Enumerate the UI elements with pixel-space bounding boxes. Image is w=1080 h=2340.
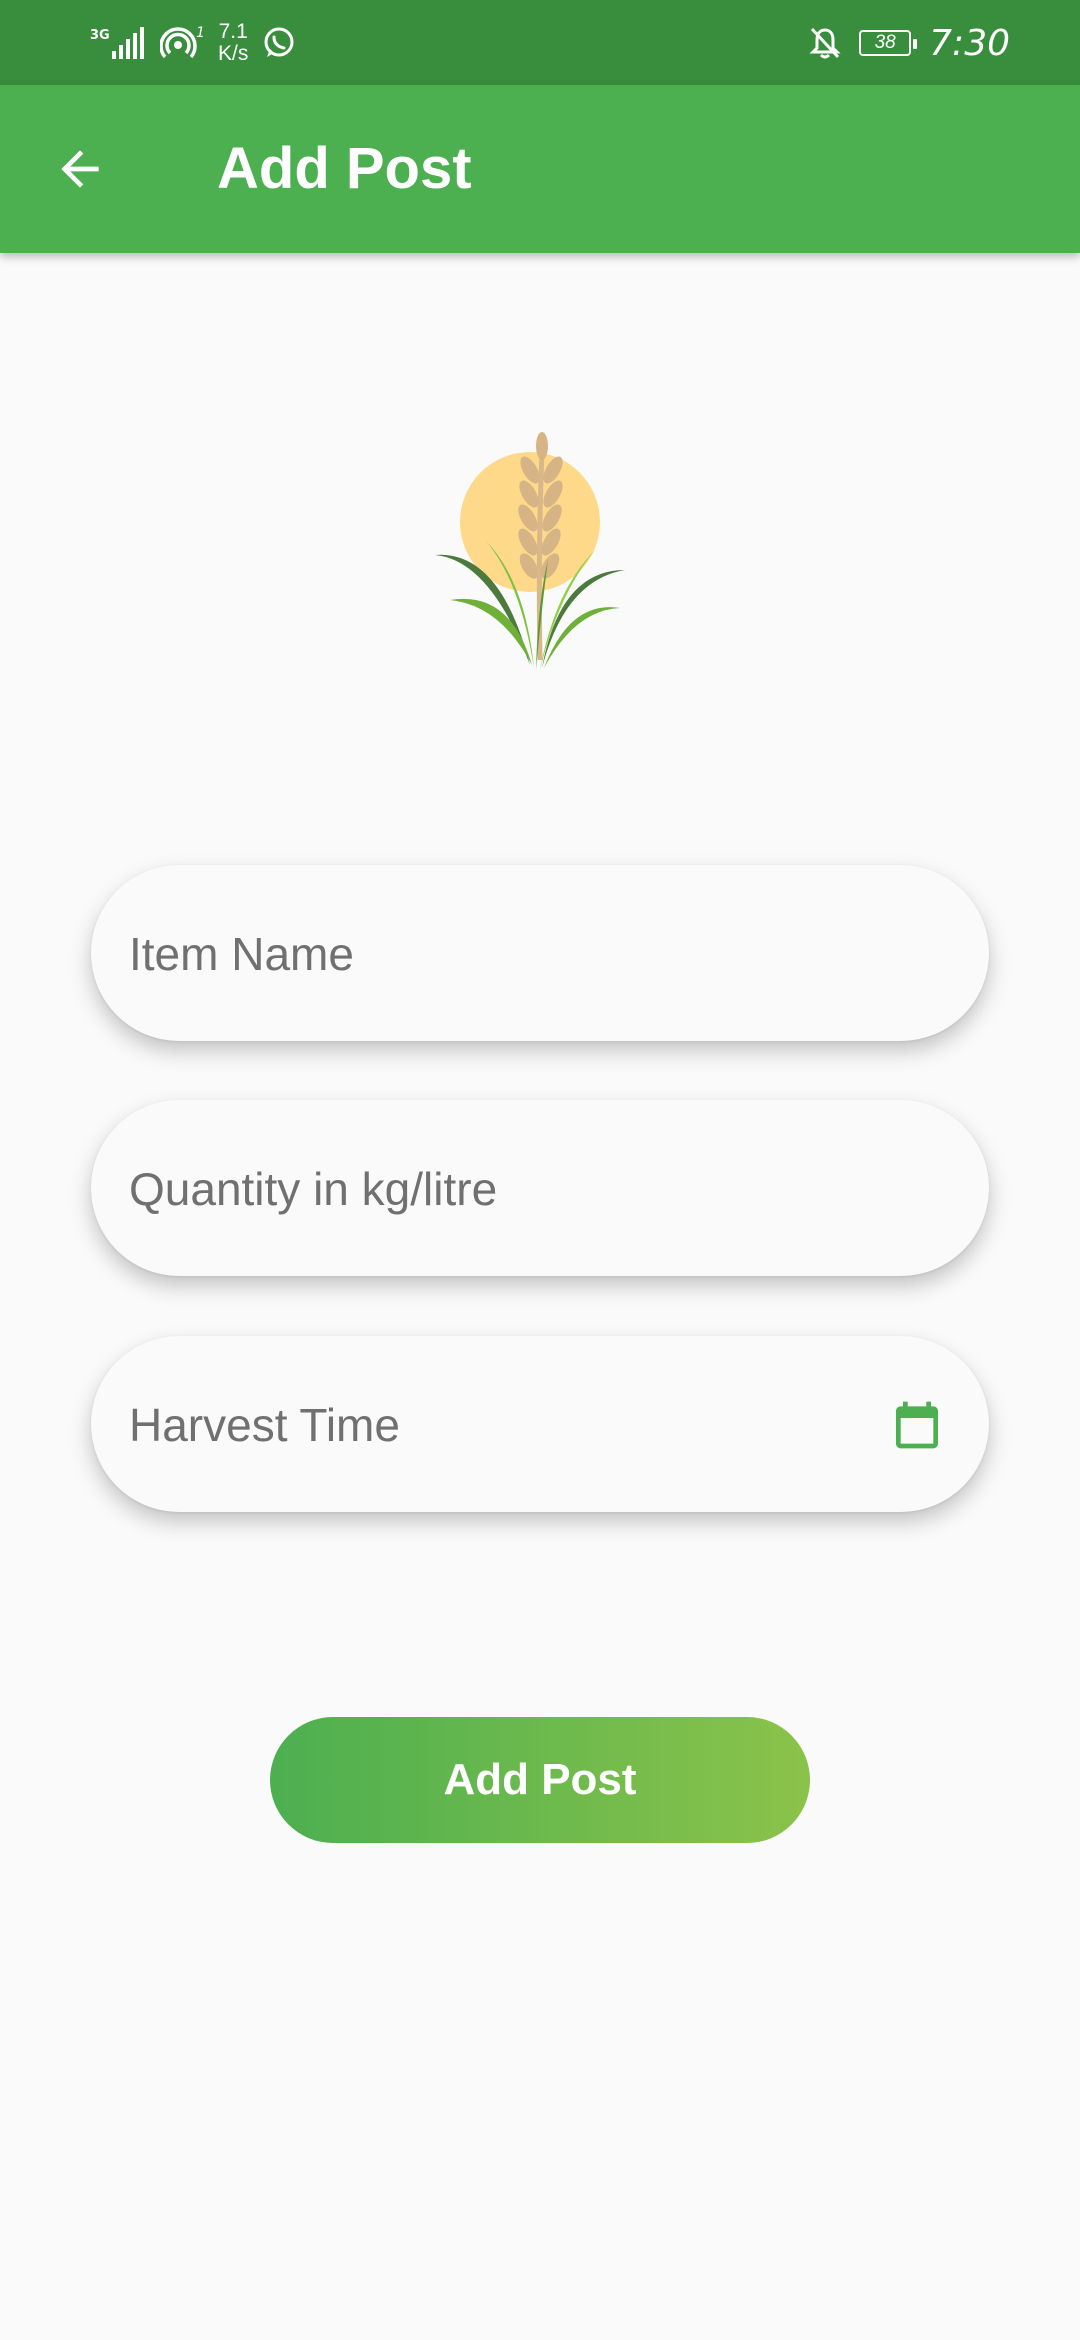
notifications-off-icon bbox=[809, 27, 841, 59]
quantity-input[interactable] bbox=[127, 1100, 931, 1278]
wheat-plant-logo bbox=[435, 432, 625, 670]
hotspot-icon: 1 bbox=[160, 25, 204, 59]
page-title: Add Post bbox=[217, 136, 472, 201]
network-speed: 7.1 K/s bbox=[218, 20, 249, 65]
svg-text:1: 1 bbox=[196, 25, 204, 41]
status-bar: 3G 1 7.1 K/s 38 bbox=[0, 0, 1080, 85]
arrow-back-icon bbox=[61, 150, 99, 188]
battery-icon: 38 bbox=[859, 30, 918, 56]
back-button[interactable] bbox=[40, 129, 120, 209]
harvest-time-field[interactable] bbox=[91, 1336, 989, 1514]
battery-level: 38 bbox=[874, 32, 896, 53]
signal-icon: 3G bbox=[90, 27, 144, 59]
whatsapp-icon bbox=[264, 27, 294, 57]
calendar-icon[interactable] bbox=[889, 1396, 945, 1454]
app-bar: Add Post bbox=[0, 85, 1080, 253]
harvest-time-input[interactable] bbox=[127, 1336, 831, 1514]
add-post-button[interactable]: Add Post bbox=[270, 1717, 810, 1843]
item-name-input[interactable] bbox=[127, 865, 931, 1043]
svg-text:3G: 3G bbox=[90, 28, 110, 43]
item-name-field[interactable] bbox=[91, 865, 989, 1043]
status-time: 7:30 bbox=[929, 22, 1010, 64]
quantity-field[interactable] bbox=[91, 1100, 989, 1278]
